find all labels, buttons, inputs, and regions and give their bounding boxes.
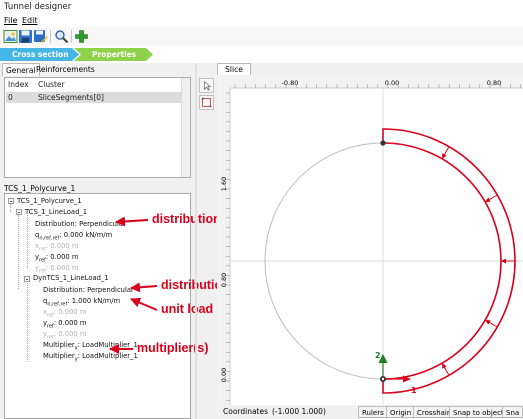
origin-button[interactable]: Origin xyxy=(386,406,416,418)
rectangle-select-icon[interactable] xyxy=(199,95,214,110)
snap-button[interactable]: Sna xyxy=(502,406,523,418)
select-tool-icon[interactable] xyxy=(199,78,214,93)
status-bar: Coordinates (-1.000 1.000) Rulers Origin… xyxy=(217,405,523,419)
coordinates-value: (-1.000 1.000) xyxy=(272,407,326,416)
ruler-label-x: 0.80 xyxy=(487,79,501,87)
axis-1-label: 1 xyxy=(411,386,417,395)
ruler-label-x: 0.00 xyxy=(385,79,399,87)
panel-splitter[interactable] xyxy=(195,63,197,419)
origin-marker xyxy=(381,377,385,381)
rulers-button[interactable]: Rulers xyxy=(358,406,388,418)
ruler-label-y: 0.00 xyxy=(220,368,228,382)
ruler-ticks xyxy=(226,84,521,401)
coordinates-label: Coordinates xyxy=(223,407,269,416)
annotation-multipliers: multiplier(s) xyxy=(137,341,209,355)
top-ruler xyxy=(217,75,523,88)
ruler-label-x: -0.80 xyxy=(282,79,299,87)
annotation-distribution: distribution xyxy=(152,212,221,226)
polycurve-start-point[interactable] xyxy=(380,140,386,146)
ruler-label-y: 0.80 xyxy=(220,273,228,287)
snap-to-object-button[interactable]: Snap to object xyxy=(449,406,508,418)
axis-2-label: 2 xyxy=(375,351,381,360)
slice-canvas[interactable]: -0.80 0.00 0.80 1.60 0.80 0.00 2 1 xyxy=(217,75,523,405)
ruler-label-y: 1.60 xyxy=(220,177,228,191)
crosshair-button[interactable]: Crosshair xyxy=(413,406,454,418)
left-ruler xyxy=(217,75,230,405)
annotation-unit-load: unit load xyxy=(161,302,214,316)
